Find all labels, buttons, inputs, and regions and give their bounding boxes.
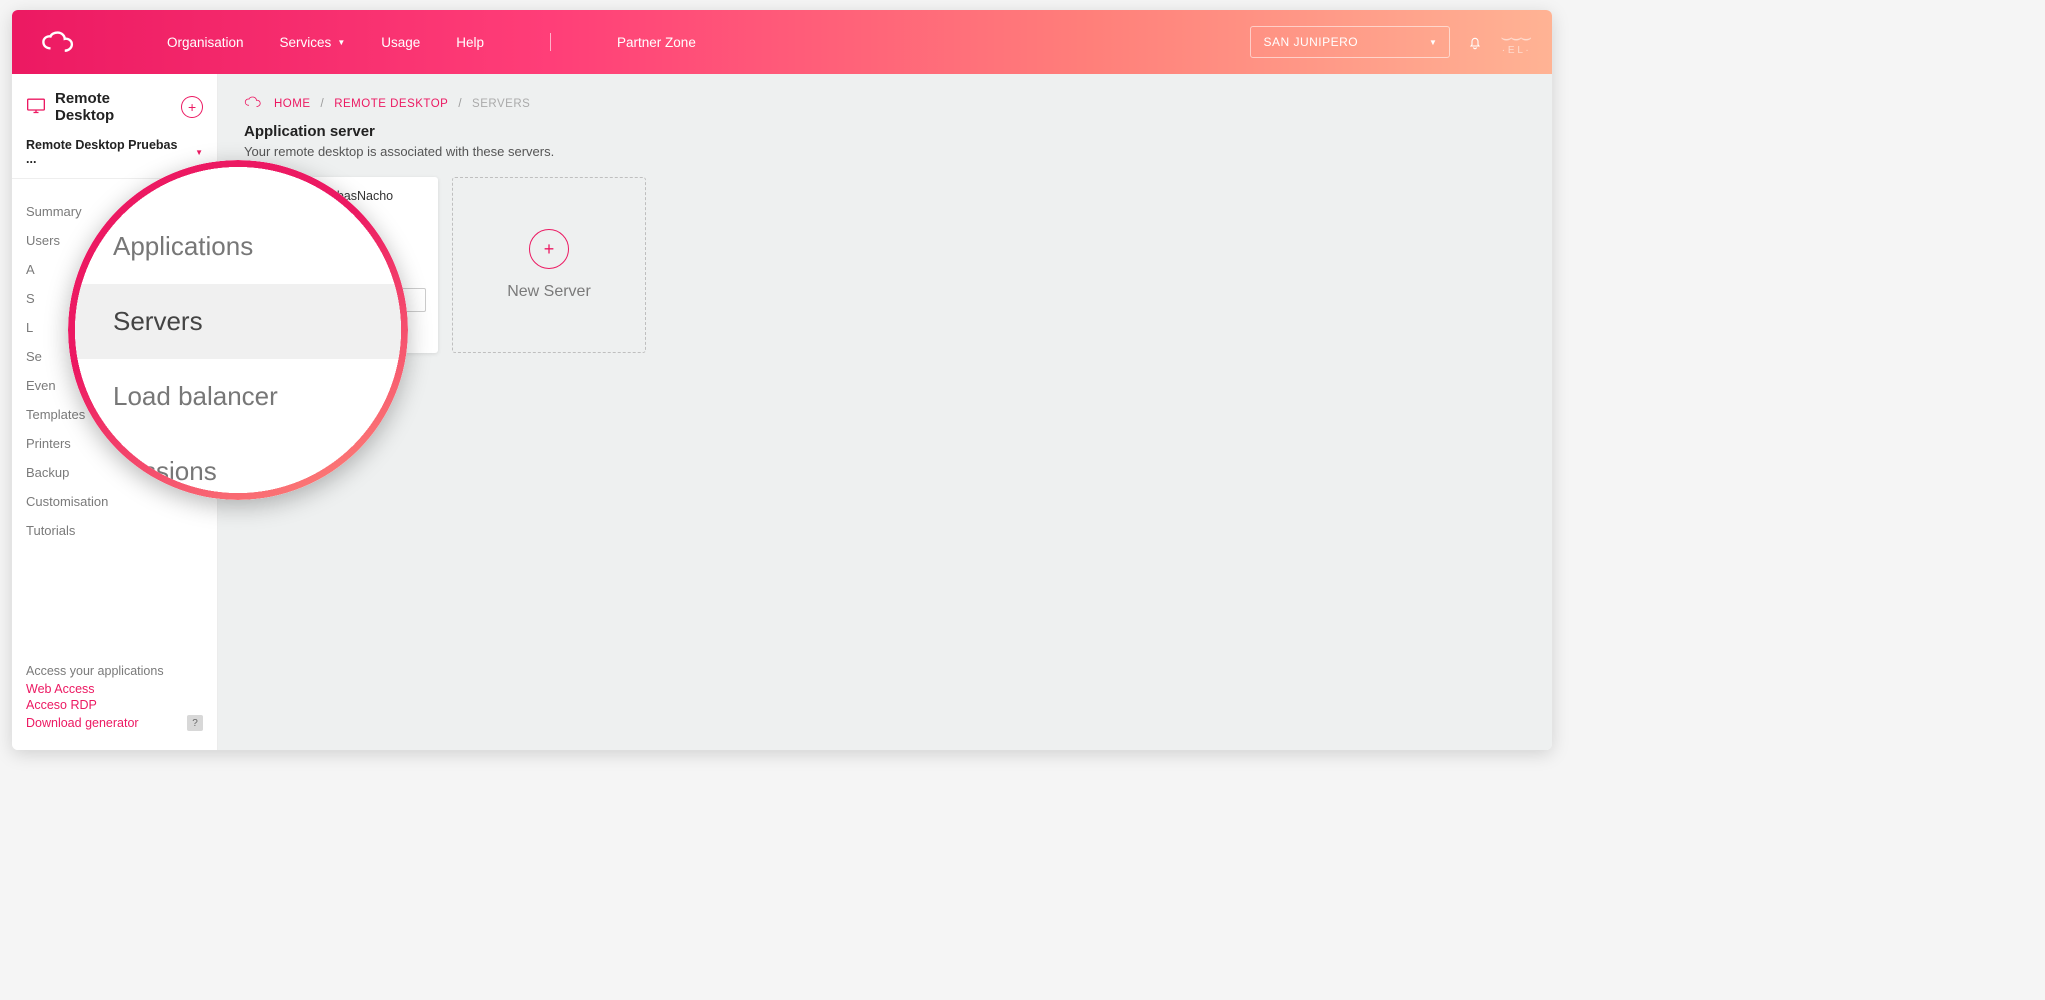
cloud-logo-icon [41,29,79,55]
new-server-card[interactable]: + New Server [452,177,646,353]
org-selector[interactable]: SAN JUNIPERO ▼ [1250,26,1450,58]
lens-item-servers[interactable]: Servers [75,284,401,359]
nav-help[interactable]: Help [456,35,484,50]
partner-brand: ⌣⌣⌣· E L · [1500,28,1530,56]
breadcrumb-section[interactable]: REMOTE DESKTOP [334,98,448,110]
nav-usage[interactable]: Usage [381,35,420,50]
app-logo[interactable] [12,29,107,55]
chevron-down-icon: ▼ [195,148,203,157]
sidebar-footer-heading: Access your applications [26,664,203,678]
instance-selector-value: Remote Desktop Pruebas ... [26,138,190,166]
lens-item-load-balancer[interactable]: Load balancer [103,359,401,434]
org-selector-value: SAN JUNIPERO [1263,35,1358,49]
bell-icon [1467,34,1483,50]
breadcrumb-current: SERVERS [472,98,530,110]
nav-organisation[interactable]: Organisation [167,35,244,50]
cloud-icon [244,96,264,111]
sidebar-item-tutorials[interactable]: Tutorials [12,516,217,545]
top-nav: Organisation Services ▼ Usage Help Partn… [167,33,696,51]
magnifier-callout: Applications Servers Load balancer ssion… [68,160,408,500]
footer-link-acceso-rdp[interactable]: Acceso RDP [26,698,203,712]
sidebar-header: Remote Desktop + [12,74,217,138]
sidebar-footer: Access your applications Web Access Acce… [12,652,217,750]
new-server-label: New Server [507,283,591,301]
breadcrumb: HOME / REMOTE DESKTOP / SERVERS [244,96,1526,111]
server-cards: rERPruebasNacho o M + New Server [244,177,1526,353]
nav-services-label: Services [280,35,332,50]
lens-item-applications[interactable]: Applications [103,209,401,284]
nav-partner-zone[interactable]: Partner Zone [617,35,696,50]
footer-link-download-generator[interactable]: Download generator [26,716,139,730]
nav-services[interactable]: Services ▼ [280,35,346,50]
help-icon[interactable]: ? [187,715,203,731]
app-frame: Organisation Services ▼ Usage Help Partn… [12,10,1552,750]
nav-divider [550,33,551,51]
chevron-down-icon: ▼ [337,38,345,47]
page-title: Application server [244,123,1526,140]
breadcrumb-home[interactable]: HOME [274,98,311,110]
chevron-down-icon: ▼ [1429,38,1437,47]
topbar: Organisation Services ▼ Usage Help Partn… [12,10,1552,74]
lens-item-sessions[interactable]: ssions [133,434,401,493]
add-desktop-button[interactable]: + [181,96,203,118]
main-content: HOME / REMOTE DESKTOP / SERVERS Applicat… [218,74,1552,750]
notifications-button[interactable] [1450,34,1500,50]
sidebar-title: Remote Desktop [55,90,172,124]
footer-link-web-access[interactable]: Web Access [26,682,203,696]
page-subtitle: Your remote desktop is associated with t… [244,144,1526,159]
remote-desktop-icon [26,96,46,119]
plus-icon: + [529,229,569,269]
